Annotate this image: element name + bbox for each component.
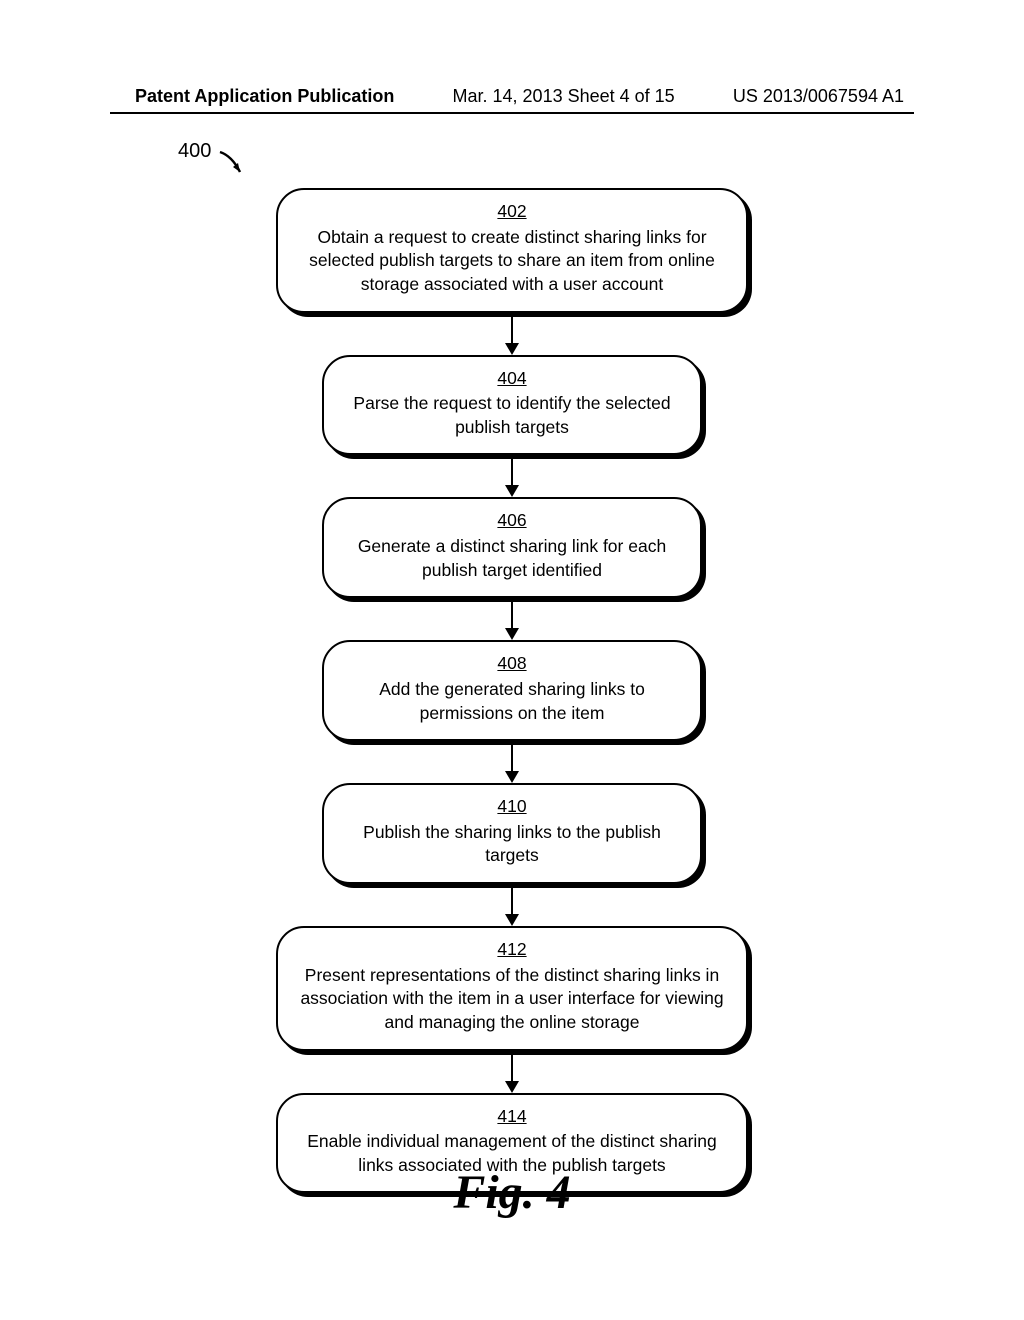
flow-step-number: 414 bbox=[296, 1105, 728, 1129]
flow-arrow-icon bbox=[511, 455, 513, 497]
figure-caption: Fig. 4 bbox=[0, 1165, 1024, 1220]
flow-arrow-icon bbox=[511, 884, 513, 926]
flow-step-number: 412 bbox=[296, 938, 728, 962]
header-date-sheet: Mar. 14, 2013 Sheet 4 of 15 bbox=[453, 86, 675, 107]
reference-arrow-icon bbox=[218, 150, 246, 178]
flow-arrow-icon bbox=[511, 313, 513, 355]
flow-step-text: Add the generated sharing links to permi… bbox=[379, 679, 645, 723]
flow-arrow-icon bbox=[511, 741, 513, 783]
flow-step-number: 402 bbox=[296, 200, 728, 224]
flow-step-text: Present representations of the distinct … bbox=[300, 965, 723, 1032]
figure-ref-number: 400 bbox=[178, 140, 211, 163]
header-rule bbox=[110, 112, 914, 114]
flow-step-406: 406 Generate a distinct sharing link for … bbox=[322, 497, 702, 598]
flow-step-text: Publish the sharing links to the publish… bbox=[363, 822, 661, 866]
flow-step-number: 408 bbox=[342, 652, 682, 676]
header-pubnum: US 2013/0067594 A1 bbox=[733, 86, 904, 107]
flow-step-number: 404 bbox=[342, 367, 682, 391]
flow-step-text: Obtain a request to create distinct shar… bbox=[309, 227, 715, 294]
flow-step-402: 402 Obtain a request to create distinct s… bbox=[276, 188, 748, 313]
flow-step-404: 404Parse the request to identify the sel… bbox=[322, 355, 702, 456]
flow-step-408: 408 Add the generated sharing links to pe… bbox=[322, 640, 702, 741]
flow-step-text: Parse the request to identify the select… bbox=[353, 393, 670, 437]
flow-step-410: 410 Publish the sharing links to the publ… bbox=[322, 783, 702, 884]
flow-step-number: 410 bbox=[342, 795, 682, 819]
flow-step-number: 406 bbox=[342, 509, 682, 533]
flow-arrow-icon bbox=[511, 1051, 513, 1093]
flowchart: 402 Obtain a request to create distinct s… bbox=[0, 188, 1024, 1193]
flow-arrow-icon bbox=[511, 598, 513, 640]
flow-step-412: 412 Present representations of the distin… bbox=[276, 926, 748, 1051]
flow-step-text: Generate a distinct sharing link for eac… bbox=[358, 536, 666, 580]
page-header: Patent Application Publication Mar. 14, … bbox=[0, 86, 1024, 107]
header-publication: Patent Application Publication bbox=[135, 86, 394, 107]
